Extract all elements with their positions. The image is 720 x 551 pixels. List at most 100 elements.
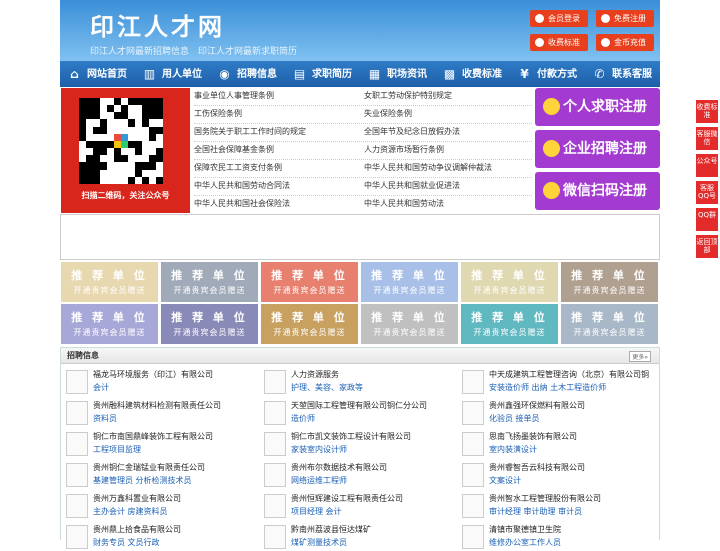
job-item[interactable]: 清镇市聚德镇卫生院 维修办公室工作人员 [462, 523, 652, 551]
side-pricing[interactable]: 收费标准 [696, 100, 718, 123]
company-name[interactable]: 福龙马环境服务（印江）有限公司 [93, 369, 213, 380]
company-name[interactable]: 贵州鼎上拾食品有限公司 [93, 524, 181, 535]
law-link[interactable]: 国务院关于职工工作时间的规定 [194, 126, 306, 137]
job-item[interactable]: 铜仁市南国鼎峰装饰工程有限公司 工程项目监理 [66, 430, 256, 458]
company-name[interactable]: 贵州融科建筑材料检测有限责任公司 [93, 400, 221, 411]
job-positions[interactable]: 护理、美容、家政等 [291, 382, 363, 393]
company-logo[interactable] [462, 494, 484, 518]
wechat-register-button[interactable]: 微信扫码注册 [535, 172, 660, 210]
company-logo[interactable] [264, 370, 286, 394]
job-item[interactable]: 人力资源服务护理、美容、家政等 [264, 368, 454, 396]
recommended-company-tile[interactable]: 推 荐 单 位开通贵宾会员赠送 [161, 304, 258, 344]
recommended-company-tile[interactable]: 推 荐 单 位开通贵宾会员赠送 [261, 262, 358, 302]
law-link[interactable]: 中华人民共和国社会保险法 [194, 198, 290, 209]
job-positions[interactable]: 网络运维工程师 [291, 475, 347, 486]
law-link[interactable]: 女职工劳动保护特别规定 [364, 90, 452, 101]
law-link[interactable]: 工伤保险条例 [194, 108, 242, 119]
job-item[interactable]: 福龙马环境服务（印江）有限公司 会计 [66, 368, 256, 396]
company-name[interactable]: 贵州恒辉建设工程有限责任公司 [291, 493, 403, 504]
personal-register-button[interactable]: 个人求职注册 [535, 88, 660, 126]
company-logo[interactable] [264, 525, 286, 549]
job-positions[interactable]: 室内装潢设计 [489, 444, 537, 455]
nav-resumes[interactable]: ▤ 求职简历 [290, 61, 352, 88]
nav-news[interactable]: ▦ 职场资讯 [365, 61, 427, 88]
law-link[interactable]: 中华人民共和国劳动争议调解仲裁法 [364, 162, 492, 173]
company-name[interactable]: 贵州铜仁金瑞锰业有限责任公司 [93, 462, 205, 473]
recommended-company-tile[interactable]: 推 荐 单 位开通贵宾会员赠送 [461, 304, 558, 344]
side-qq[interactable]: 客服QQ号 [696, 181, 718, 204]
company-logo[interactable] [462, 463, 484, 487]
job-item[interactable]: 黔南州荔波县恒达煤矿 煤矿测量技术员 [264, 523, 454, 551]
job-positions[interactable]: 煤矿测量技术员 [291, 537, 347, 548]
company-logo[interactable] [462, 525, 484, 549]
recommended-company-tile[interactable]: 推 荐 单 位开通贵宾会员赠送 [461, 262, 558, 302]
job-positions[interactable]: 维修办公室工作人员 [489, 537, 561, 548]
law-link[interactable]: 中华人民共和国劳动合同法 [194, 180, 290, 191]
company-name[interactable]: 天堃国际工程管理有限公司铜仁分公司 [291, 400, 427, 411]
qr-code[interactable] [79, 98, 163, 184]
job-item[interactable]: 铜仁市凯文装饰工程设计有限公司 家装室内设计师 [264, 430, 454, 458]
job-positions[interactable]: 主办会计 房建资料员 [93, 506, 168, 517]
company-name[interactable]: 贵州布尔数据技术有限公司 [291, 462, 387, 473]
job-item[interactable]: 中天成建筑工程管理咨询（北京）有限公司铜 安装造价师 出纳 土木工程造价师 [462, 368, 652, 396]
job-positions[interactable]: 化验员 接单员 [489, 413, 540, 424]
law-link[interactable]: 人力资源市场暂行条例 [364, 144, 444, 155]
job-item[interactable]: 贵州铜仁金瑞锰业有限责任公司 基建管理员 分析检测技术员 [66, 461, 256, 489]
side-wechat[interactable]: 客服微信 [696, 127, 718, 150]
law-link[interactable]: 中华人民共和国劳动法 [364, 198, 444, 209]
company-logo[interactable] [264, 432, 286, 456]
recommended-company-tile[interactable]: 推 荐 单 位开通贵宾会员赠送 [161, 262, 258, 302]
company-name[interactable]: 贵州睿智吾云科技有限公司 [489, 462, 585, 473]
nav-employers[interactable]: ▥ 用人单位 [140, 61, 202, 88]
nav-pricing[interactable]: ▩ 收费标准 [440, 61, 502, 88]
law-link[interactable]: 失业保险条例 [364, 108, 412, 119]
company-name[interactable]: 清镇市聚德镇卫生院 [489, 524, 561, 535]
banner-placeholder[interactable] [60, 214, 660, 260]
company-logo[interactable] [66, 494, 88, 518]
company-logo[interactable] [66, 370, 88, 394]
company-logo[interactable] [462, 432, 484, 456]
job-item[interactable]: 思南飞扬墨装饰有限公司 室内装潢设计 [462, 430, 652, 458]
recommended-company-tile[interactable]: 推 荐 单 位开通贵宾会员赠送 [361, 262, 458, 302]
side-official-account[interactable]: 公众号 [696, 154, 718, 177]
job-positions[interactable]: 财务专员 文员行政 [93, 537, 160, 548]
job-item[interactable]: 贵州融科建筑材料检测有限责任公司 资料员 [66, 399, 256, 427]
law-link[interactable]: 中华人民共和国就业促进法 [364, 180, 460, 191]
company-logo[interactable] [462, 370, 484, 394]
company-logo[interactable] [66, 401, 88, 425]
job-item[interactable]: 天堃国际工程管理有限公司铜仁分公司 造价师 [264, 399, 454, 427]
site-logo[interactable]: 印江人才网 [90, 7, 225, 42]
company-name[interactable]: 中天成建筑工程管理咨询（北京）有限公司铜 [489, 369, 649, 380]
company-name[interactable]: 人力资源服务 [291, 369, 339, 380]
pricing-button[interactable]: 收费标准 [530, 34, 588, 51]
company-logo[interactable] [66, 463, 88, 487]
job-item[interactable]: 贵州鑫强环保燃料有限公司 化验员 接单员 [462, 399, 652, 427]
law-link[interactable]: 事业单位人事管理条例 [194, 90, 274, 101]
law-link[interactable]: 全国社会保障基金条例 [194, 144, 274, 155]
company-logo[interactable] [264, 401, 286, 425]
company-name[interactable]: 黔南州荔波县恒达煤矿 [291, 524, 371, 535]
recommended-company-tile[interactable]: 推 荐 单 位开通贵宾会员赠送 [261, 304, 358, 344]
job-positions[interactable]: 基建管理员 分析检测技术员 [93, 475, 192, 486]
company-logo[interactable] [264, 494, 286, 518]
job-item[interactable]: 贵州智水工程管理股份有限公司 审计经理 审计助理 审计员 [462, 492, 652, 520]
company-logo[interactable] [264, 463, 286, 487]
job-item[interactable]: 贵州睿智吾云科技有限公司 文案设计 [462, 461, 652, 489]
job-positions[interactable]: 造价师 [291, 413, 315, 424]
job-positions[interactable]: 会计 [93, 382, 109, 393]
company-name[interactable]: 思南飞扬墨装饰有限公司 [489, 431, 577, 442]
law-link[interactable]: 全国年节及纪念日放假办法 [364, 126, 460, 137]
company-name[interactable]: 贵州智水工程管理股份有限公司 [489, 493, 601, 504]
nav-payment[interactable]: ¥ 付款方式 [515, 61, 577, 88]
company-logo[interactable] [462, 401, 484, 425]
nav-jobs[interactable]: ◉ 招聘信息 [215, 61, 277, 88]
law-link[interactable]: 保障农民工工资支付条例 [194, 162, 282, 173]
company-register-button[interactable]: 企业招聘注册 [535, 130, 660, 168]
company-name[interactable]: 贵州鑫强环保燃料有限公司 [489, 400, 585, 411]
job-positions[interactable]: 审计经理 审计助理 审计员 [489, 506, 582, 517]
more-link[interactable]: 更多» [629, 351, 651, 362]
nav-contact[interactable]: ✆ 联系客服 [590, 61, 652, 88]
job-positions[interactable]: 工程项目监理 [93, 444, 141, 455]
job-positions[interactable]: 资料员 [93, 413, 117, 424]
recommended-company-tile[interactable]: 推 荐 单 位开通贵宾会员赠送 [61, 262, 158, 302]
